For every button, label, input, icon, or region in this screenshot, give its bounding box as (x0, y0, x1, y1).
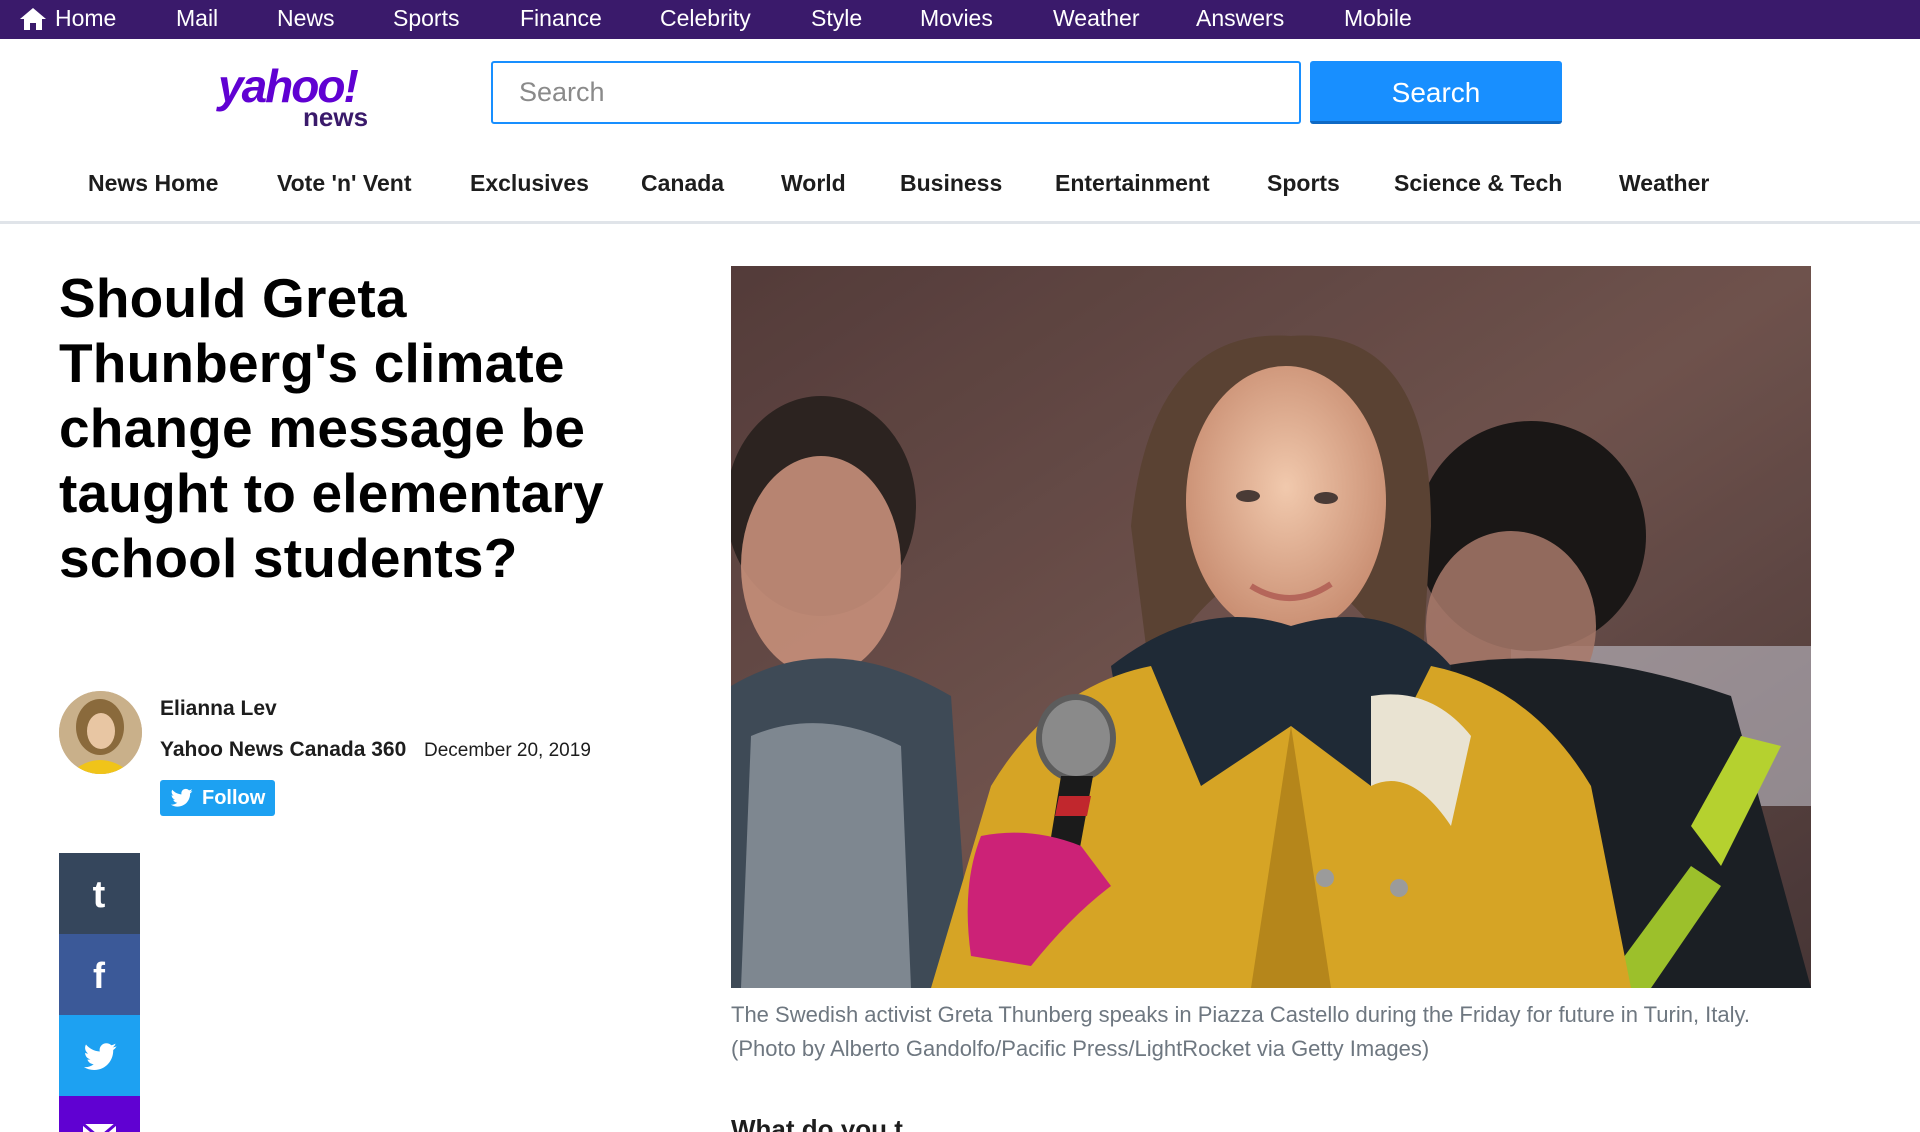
topbar-home-label: Home (55, 5, 117, 31)
subnav-canada[interactable]: Canada (641, 170, 724, 197)
share-twitter-button[interactable] (59, 1015, 140, 1096)
provider-name[interactable]: Yahoo News Canada 360 (160, 738, 406, 762)
photo-caption: The Swedish activist Greta Thunberg spea… (731, 1002, 1751, 1061)
topbar-news-link[interactable]: News (277, 0, 335, 39)
top-navigation-bar: Home Mail News Sports Finance Celebrity … (0, 0, 1920, 39)
subnav-news-home[interactable]: News Home (88, 170, 218, 197)
subnav-sports[interactable]: Sports (1267, 170, 1340, 197)
svg-text:t: t (93, 874, 106, 916)
follow-label: Follow (202, 787, 266, 809)
topbar-finance-link[interactable]: Finance (520, 0, 602, 39)
publish-date: December 20, 2019 (424, 740, 591, 761)
greta-thunberg-photo (731, 266, 1811, 988)
subnav-entertainment[interactable]: Entertainment (1055, 170, 1210, 197)
twitter-icon (171, 788, 193, 807)
search-input[interactable] (491, 61, 1301, 124)
subnav-exclusives[interactable]: Exclusives (470, 170, 589, 197)
topbar-answers-link[interactable]: Answers (1196, 0, 1284, 39)
article-photo[interactable] (731, 266, 1811, 988)
topbar-mobile-link[interactable]: Mobile (1344, 0, 1412, 39)
subnav-vote-n-vent[interactable]: Vote 'n' Vent (277, 170, 411, 197)
topbar-style-link[interactable]: Style (811, 0, 862, 39)
author-avatar[interactable] (59, 691, 142, 774)
twitter-icon (59, 1015, 140, 1096)
topbar-movies-link[interactable]: Movies (920, 0, 993, 39)
logo-subtitle: news (303, 102, 369, 132)
tumblr-icon: t (59, 853, 140, 934)
topbar-mail-link[interactable]: Mail (176, 0, 218, 39)
yahoo-news-logo[interactable]: yahoo! news (218, 60, 388, 132)
twitter-follow-button[interactable]: Follow (160, 780, 275, 816)
topbar-sports-link[interactable]: Sports (393, 0, 459, 39)
facebook-icon: f (59, 934, 140, 1015)
section-navigation: News Home Vote 'n' Vent Exclusives Canad… (0, 150, 1920, 224)
topbar-celebrity-link[interactable]: Celebrity (660, 0, 751, 39)
share-facebook-button[interactable]: f (59, 934, 140, 1015)
avatar-image (59, 691, 142, 774)
search-button[interactable]: Search (1310, 61, 1562, 124)
svg-text:f: f (93, 955, 106, 996)
subnav-weather[interactable]: Weather (1619, 170, 1709, 197)
subnav-science-tech[interactable]: Science & Tech (1394, 170, 1562, 197)
topbar-weather-link[interactable]: Weather (1053, 0, 1140, 39)
author-name[interactable]: Elianna Lev (160, 697, 277, 721)
article-headline: Should Greta Thunberg's climate change m… (59, 267, 604, 589)
mail-icon (59, 1096, 140, 1132)
section-heading-partial: What do you t (731, 1114, 903, 1132)
subnav-business[interactable]: Business (900, 170, 1002, 197)
home-icon (20, 8, 46, 30)
share-tumblr-button[interactable]: t (59, 853, 140, 934)
subnav-world[interactable]: World (781, 170, 846, 197)
share-mail-button[interactable] (59, 1096, 140, 1132)
